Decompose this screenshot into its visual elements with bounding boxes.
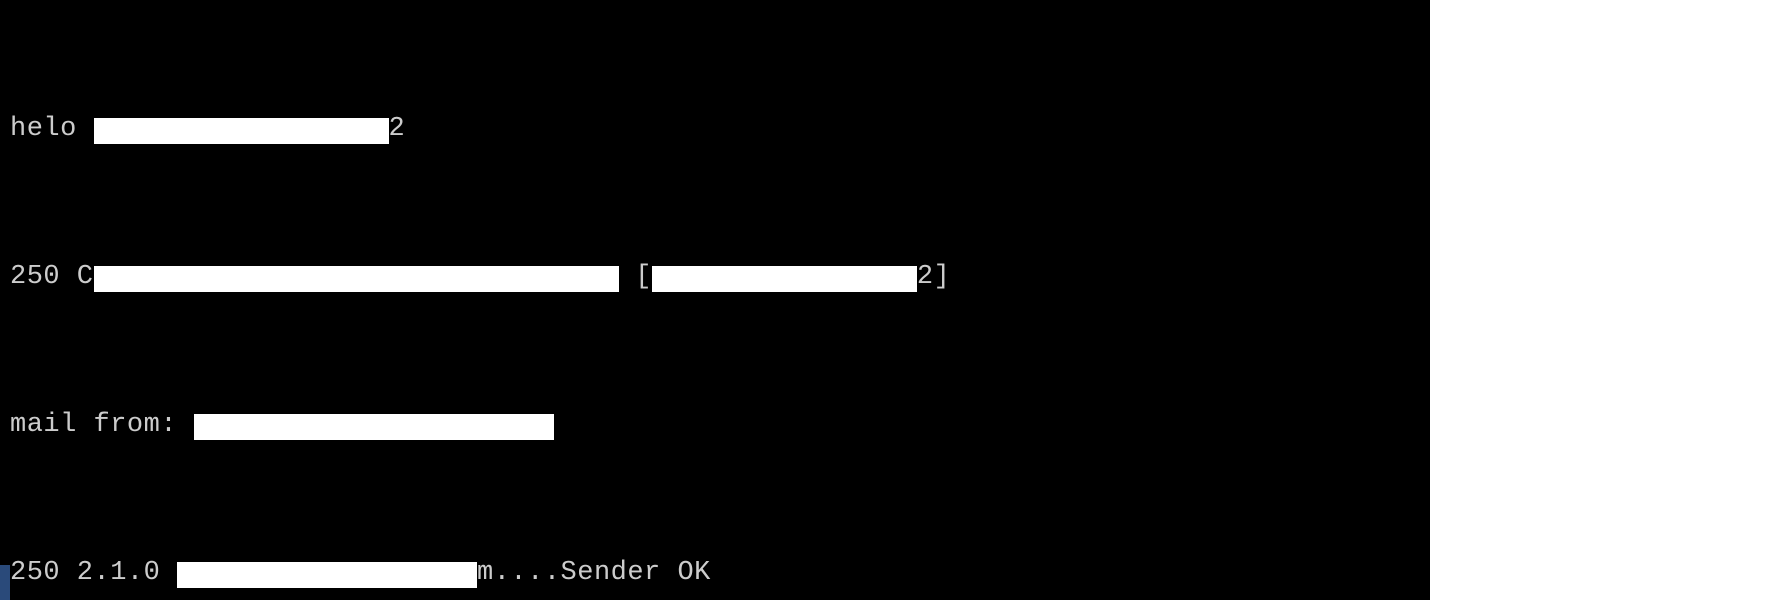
- line-text: [: [619, 259, 652, 296]
- terminal-line: 250 C [ 2]: [10, 259, 1430, 296]
- line-text: helo: [10, 111, 94, 148]
- line-text: 2]: [917, 259, 950, 296]
- terminal-line: mail from:: [10, 407, 1430, 444]
- redaction-block: [94, 118, 389, 144]
- terminal-window[interactable]: helo 2 250 C [ 2] mail from: 250 2.1.0 m…: [0, 0, 1430, 600]
- redaction-block: [94, 266, 619, 292]
- redaction-block: [177, 562, 477, 588]
- redaction-block: [652, 266, 917, 292]
- redaction-block: [194, 414, 554, 440]
- line-text: 250 2.1.0: [10, 555, 177, 592]
- line-text: 250 C: [10, 259, 94, 296]
- terminal-line: helo 2: [10, 111, 1430, 148]
- line-text: m....Sender OK: [477, 555, 711, 592]
- line-text: mail from:: [10, 407, 194, 444]
- window-edge-accent: [0, 565, 10, 600]
- line-text: 2: [389, 111, 406, 148]
- terminal-line: 250 2.1.0 m....Sender OK: [10, 555, 1430, 592]
